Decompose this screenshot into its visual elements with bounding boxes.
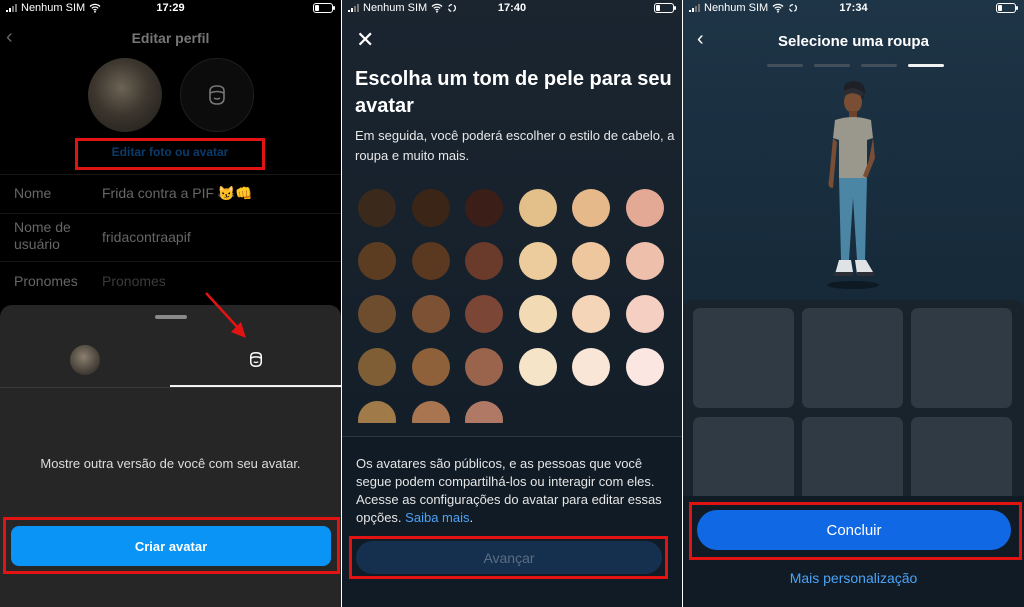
close-icon[interactable]: ✕ (356, 29, 374, 51)
page-title: Editar perfil (131, 30, 210, 46)
outfit-tile[interactable] (911, 308, 1012, 408)
skin-tone-swatch[interactable] (358, 295, 396, 333)
skin-tone-swatch[interactable] (572, 295, 610, 333)
skin-tone-swatch[interactable] (518, 348, 557, 386)
status-bar: Nenhum SIM 17:40 (342, 0, 682, 16)
battery-icon (996, 3, 1018, 13)
edit-photo-link[interactable]: Editar foto ou avatar (75, 145, 265, 159)
skin-tone-swatch[interactable] (411, 348, 450, 386)
sheet-drag-handle[interactable] (155, 315, 187, 319)
more-customization-link[interactable]: Mais personalização (683, 570, 1024, 586)
tab-separator (0, 387, 341, 388)
skin-tone-swatch[interactable] (465, 189, 503, 227)
skin-tone-swatch[interactable] (358, 401, 396, 423)
field-label-name: Nome (14, 185, 52, 201)
outfit-tile[interactable] (693, 308, 794, 408)
username-field[interactable]: fridacontraapif (102, 229, 191, 245)
skin-tone-swatch[interactable] (411, 401, 450, 423)
profile-photo[interactable] (88, 58, 162, 132)
field-label-username: Nome de usuário (14, 219, 71, 252)
outfit-grid (683, 300, 1024, 517)
clock: 17:29 (156, 2, 185, 14)
step-segment (861, 64, 897, 67)
page-title: Escolha um tom de pele para seu avatar (355, 68, 672, 117)
skin-tone-swatch[interactable] (625, 242, 664, 280)
skin-tone-screen: Nenhum SIM 17:40 ✕ Escolha um tom de pel… (342, 0, 682, 607)
skin-tone-swatch[interactable] (465, 242, 503, 280)
field-label-pronouns: Pronomes (14, 273, 78, 289)
skin-tone-swatch[interactable] (572, 242, 610, 280)
skin-tone-swatch[interactable] (411, 189, 450, 227)
clock: 17:40 (497, 2, 527, 14)
avatar-preview[interactable] (813, 80, 893, 290)
battery-icon (313, 3, 335, 13)
create-avatar-button[interactable]: Criar avatar (11, 526, 331, 566)
page-subtitle: Em seguida, você poderá escolher o estil… (355, 128, 675, 163)
clock: 17:34 (839, 2, 868, 14)
name-field[interactable]: Frida contra a PIF 😼👊 (102, 185, 253, 202)
sheet-description: Mostre outra versão de você com seu avat… (40, 456, 301, 471)
step-segment (908, 64, 944, 67)
status-bar: Nenhum SIM 17:29 (0, 0, 341, 16)
skin-tone-grid (358, 189, 668, 423)
skin-tone-swatch[interactable] (572, 189, 610, 227)
skin-tone-swatch[interactable] (518, 242, 557, 280)
outfit-screen: Nenhum SIM 17:34 ‹ Selecione uma roupa C… (683, 0, 1024, 607)
tab-avatar[interactable] (246, 349, 266, 369)
edit-profile-screen: Nenhum SIM 17:29 ‹ Editar perfil Editar … (0, 0, 341, 607)
skin-tone-footer: Os avatares são públicos, e as pessoas q… (342, 436, 682, 607)
skin-tone-swatch[interactable] (465, 401, 503, 423)
avatar-face-icon (250, 351, 262, 367)
skin-tone-swatch[interactable] (358, 348, 396, 386)
skin-tone-swatch[interactable] (518, 189, 557, 227)
status-bar: Nenhum SIM 17:34 (683, 0, 1024, 16)
skin-tone-swatch[interactable] (625, 348, 664, 386)
skin-tone-swatch[interactable] (465, 295, 503, 333)
done-button[interactable]: Concluir (697, 510, 1011, 550)
learn-more-link[interactable]: Saiba mais (405, 510, 469, 525)
avatar-face-icon (209, 85, 225, 105)
step-segment (767, 64, 803, 67)
page-title: Selecione uma roupa (778, 33, 929, 50)
avatar-bottom-sheet: Mostre outra versão de você com seu avat… (0, 305, 341, 607)
skin-tone-swatch[interactable] (358, 189, 396, 227)
divider (0, 174, 341, 175)
skin-tone-swatch[interactable] (411, 242, 450, 280)
skin-tone-swatch[interactable] (358, 242, 396, 280)
red-arrow-annotation (205, 292, 246, 338)
divider (0, 261, 341, 262)
battery-icon (654, 3, 676, 13)
outfit-tile[interactable] (802, 308, 903, 408)
skin-tone-swatch[interactable] (625, 189, 664, 227)
advance-button[interactable]: Avançar (356, 541, 662, 574)
outfit-footer: Concluir Mais personalização (683, 496, 1024, 607)
pronouns-field[interactable]: Pronomes (102, 273, 166, 289)
skin-tone-swatch[interactable] (465, 348, 503, 386)
divider (0, 213, 341, 214)
tab-profile-photo[interactable] (70, 345, 100, 375)
skin-tone-swatch[interactable] (518, 295, 557, 333)
privacy-note: Os avatares são públicos, e as pessoas q… (356, 456, 662, 525)
privacy-note-text: Os avatares são públicos, e as pessoas q… (356, 456, 662, 525)
skin-tone-swatch[interactable] (625, 295, 664, 333)
active-tab-indicator (170, 385, 341, 387)
step-indicator (767, 64, 944, 67)
step-segment (814, 64, 850, 67)
skin-tone-swatch[interactable] (411, 295, 450, 333)
avatar-placeholder[interactable] (180, 58, 254, 132)
skin-tone-swatch[interactable] (572, 348, 610, 386)
